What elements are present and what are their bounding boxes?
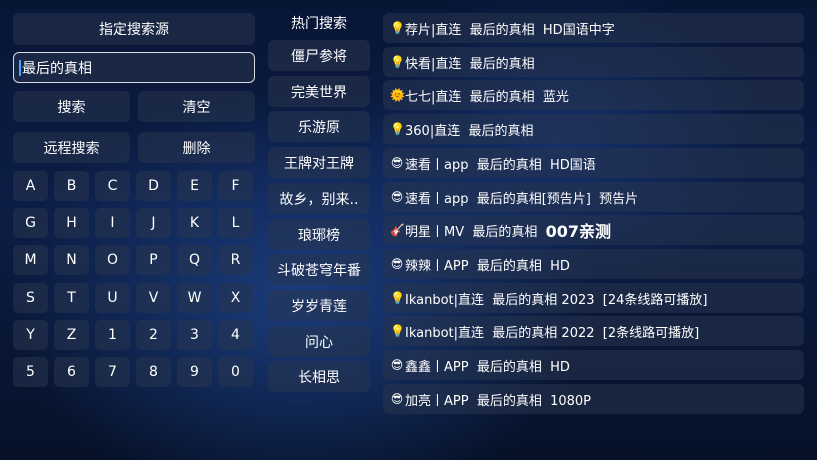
key[interactable]: Z — [54, 320, 89, 350]
result-text: 快看|直连 最后的真相 — [405, 56, 535, 72]
key[interactable]: K — [177, 208, 212, 238]
key[interactable]: 7 — [95, 357, 130, 387]
result-item[interactable]: 🌞 七七|直连 最后的真相 蓝光 — [383, 80, 804, 110]
hot-search-item[interactable]: 乐游原 — [268, 111, 370, 142]
key[interactable]: G — [13, 208, 48, 238]
key[interactable]: S — [13, 283, 48, 313]
key[interactable]: A — [13, 171, 48, 201]
text-caret — [19, 59, 21, 76]
sunglasses-face-icon: 😎 — [390, 156, 404, 170]
sunglasses-face-icon: 😎 — [390, 392, 404, 406]
key[interactable]: W — [177, 283, 212, 313]
result-item[interactable]: 💡 360|直连 最后的真相 — [383, 114, 804, 144]
hot-search-item[interactable]: 琅琊榜 — [268, 219, 370, 250]
key[interactable]: H — [54, 208, 89, 238]
key[interactable]: J — [136, 208, 171, 238]
key[interactable]: Y — [13, 320, 48, 350]
sunglasses-face-icon: 😎 — [390, 358, 404, 372]
bulb-icon: 💡 — [390, 55, 405, 69]
hot-search-item[interactable]: 僵尸参将 — [268, 40, 370, 71]
search-button[interactable]: 搜索 — [13, 91, 130, 122]
result-text: 速看丨app 最后的真相 HD国语 — [405, 157, 596, 173]
key[interactable]: 0 — [218, 357, 253, 387]
key[interactable]: D — [136, 171, 171, 201]
result-text: 荐片|直连 最后的真相 HD国语中字 — [405, 22, 615, 38]
key[interactable]: T — [54, 283, 89, 313]
hot-search-title: 热门搜索 — [291, 16, 347, 32]
key[interactable]: N — [54, 245, 89, 275]
result-text: 七七|直连 最后的真相 蓝光 — [405, 89, 569, 105]
bulb-icon: 💡 — [390, 21, 405, 35]
key[interactable]: 5 — [13, 357, 48, 387]
key[interactable]: 9 — [177, 357, 212, 387]
search-source-button[interactable]: 指定搜索源 — [13, 13, 255, 45]
bulb-icon: 💡 — [390, 291, 405, 305]
guitar-icon: 🎸 — [390, 223, 405, 237]
key[interactable]: 1 — [95, 320, 130, 350]
remote-search-button[interactable]: 远程搜索 — [13, 132, 130, 163]
key[interactable]: O — [95, 245, 130, 275]
result-text: 鑫鑫丨APP 最后的真相 HD — [405, 359, 570, 375]
key[interactable]: Q — [177, 245, 212, 275]
key[interactable]: L — [218, 208, 253, 238]
result-item[interactable]: 💡 Ikanbot|直连 最后的真相 2022 [2条线路可播放] — [383, 316, 804, 346]
hot-search-item[interactable]: 故乡，别来.. — [268, 183, 370, 214]
delete-button[interactable]: 删除 — [138, 132, 255, 163]
result-item[interactable]: 💡 Ikanbot|直连 最后的真相 2023 [24条线路可播放] — [383, 283, 804, 313]
hot-search-item[interactable]: 斗破苍穹年番 — [268, 254, 370, 285]
key[interactable]: R — [218, 245, 253, 275]
result-item[interactable]: 😎 速看丨app 最后的真相[预告片] 预告片 — [383, 182, 804, 212]
result-item[interactable]: 😎 鑫鑫丨APP 最后的真相 HD — [383, 350, 804, 380]
hot-search-item[interactable]: 岁岁青莲 — [268, 290, 370, 321]
result-item[interactable]: 😎 辣辣丨APP 最后的真相 HD — [383, 249, 804, 279]
bulb-icon: 💡 — [390, 122, 405, 136]
bulb-icon: 💡 — [390, 324, 405, 338]
key[interactable]: B — [54, 171, 89, 201]
result-text: 360|直连 最后的真相 — [405, 123, 534, 139]
key[interactable]: C — [95, 171, 130, 201]
search-input-value: 最后的真相 — [22, 60, 92, 77]
key[interactable]: U — [95, 283, 130, 313]
result-item[interactable]: 😎 加亮丨APP 最后的真相 1080P — [383, 384, 804, 414]
result-item[interactable]: 🎸 明星丨MV 最后的真相 007亲测 — [383, 215, 804, 245]
key[interactable]: 8 — [136, 357, 171, 387]
search-input[interactable]: 最后的真相 — [13, 52, 255, 83]
key[interactable]: 3 — [177, 320, 212, 350]
key[interactable]: 2 — [136, 320, 171, 350]
key[interactable]: M — [13, 245, 48, 275]
clear-button[interactable]: 清空 — [138, 91, 255, 122]
result-text: Ikanbot|直连 最后的真相 2022 [2条线路可播放] — [405, 325, 700, 341]
hot-search-item[interactable]: 问心 — [268, 326, 370, 357]
key[interactable]: I — [95, 208, 130, 238]
key[interactable]: 4 — [218, 320, 253, 350]
result-item[interactable]: 💡 荐片|直连 最后的真相 HD国语中字 — [383, 13, 804, 43]
hot-search-item[interactable]: 长相思 — [268, 361, 370, 392]
result-text: Ikanbot|直连 最后的真相 2023 [24条线路可播放] — [405, 292, 708, 308]
key[interactable]: E — [177, 171, 212, 201]
sunglasses-face-icon: 😎 — [390, 257, 404, 271]
result-highlight-text: 007亲测 — [545, 222, 612, 241]
key[interactable]: V — [136, 283, 171, 313]
key[interactable]: X — [218, 283, 253, 313]
result-item[interactable]: 😎 速看丨app 最后的真相 HD国语 — [383, 148, 804, 178]
key[interactable]: P — [136, 245, 171, 275]
sun-icon: 🌞 — [390, 88, 405, 102]
result-text: 辣辣丨APP 最后的真相 HD — [405, 258, 570, 274]
key[interactable]: F — [218, 171, 253, 201]
sunglasses-face-icon: 😎 — [390, 190, 404, 204]
result-text: 速看丨app 最后的真相[预告片] 预告片 — [405, 191, 639, 207]
result-item[interactable]: 💡 快看|直连 最后的真相 — [383, 47, 804, 77]
hot-search-item[interactable]: 完美世界 — [268, 76, 370, 107]
result-text: 明星丨MV 最后的真相 — [405, 224, 546, 240]
hot-search-item[interactable]: 王牌对王牌 — [268, 147, 370, 178]
result-text: 加亮丨APP 最后的真相 1080P — [405, 393, 592, 409]
key[interactable]: 6 — [54, 357, 89, 387]
